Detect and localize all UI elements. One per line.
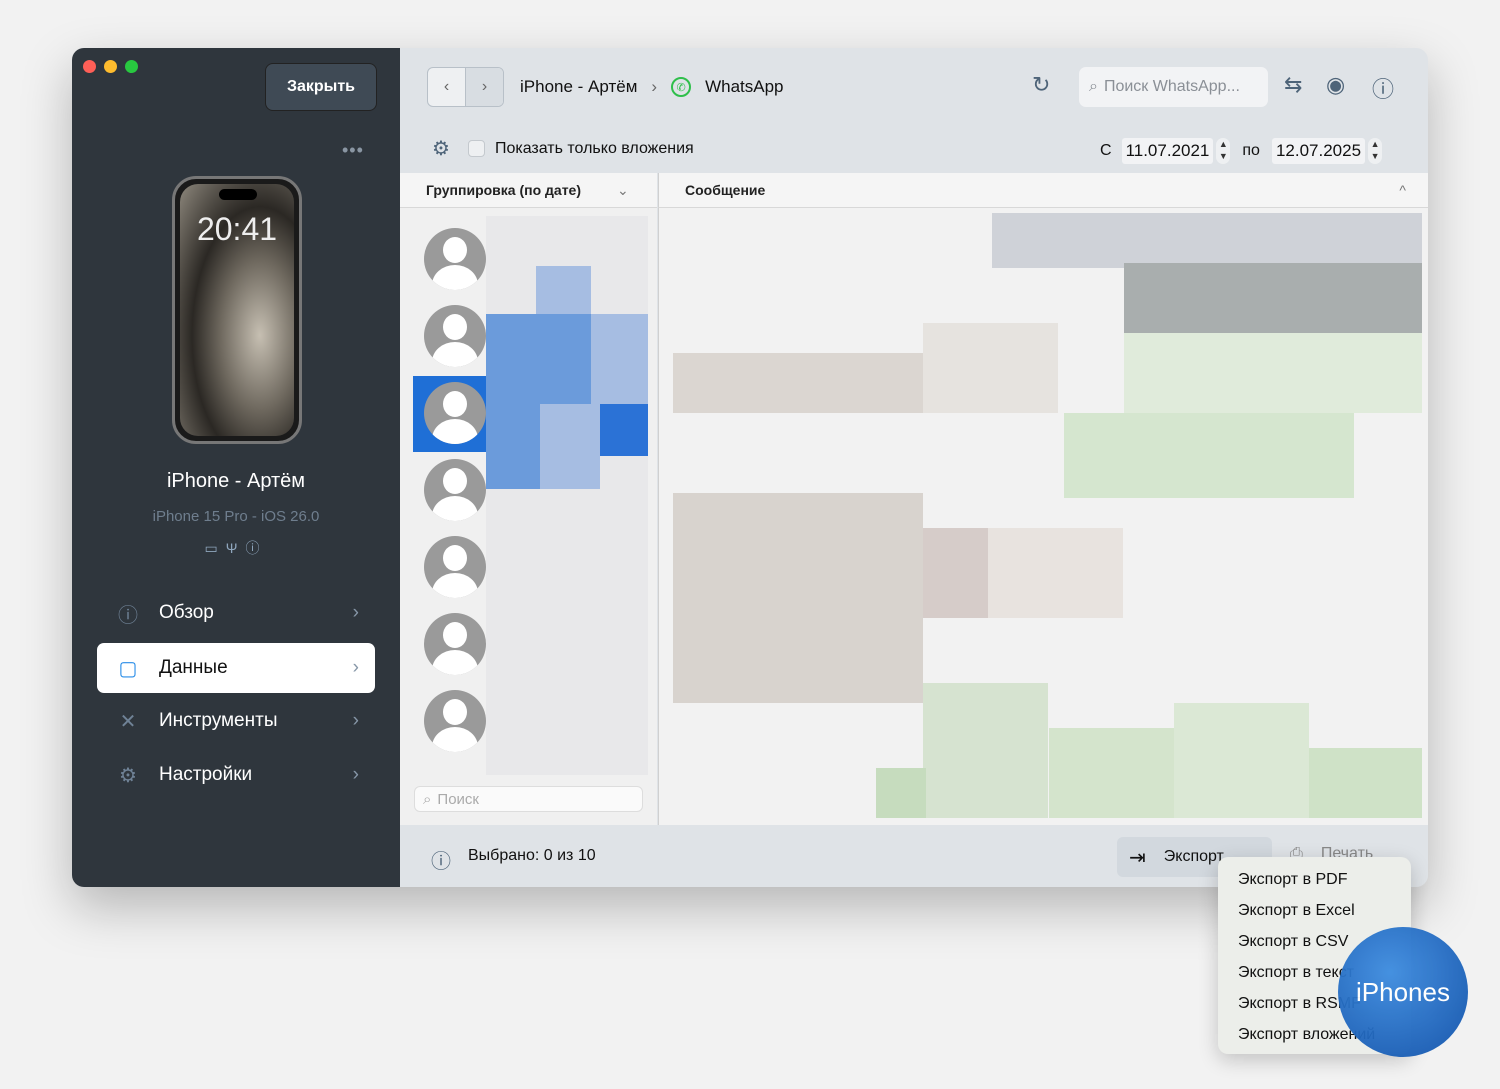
sidebar-item-data[interactable]: ▢ Данные › (97, 643, 375, 693)
message-pane (658, 208, 1428, 825)
avatar[interactable] (424, 459, 486, 521)
close-window-button[interactable] (83, 60, 96, 73)
usb-icon: Ψ (225, 540, 246, 556)
selection-count: Выбрано: 0 из 10 (468, 847, 596, 864)
more-icon[interactable]: ••• (342, 140, 364, 161)
zoom-window-button[interactable] (125, 60, 138, 73)
square-icon: ▢ (118, 657, 138, 680)
whatsapp-icon: ✆ (671, 77, 692, 97)
to-label: по (1242, 142, 1260, 159)
from-date-stepper[interactable]: ▲ ▼ (1216, 138, 1231, 164)
attachments-only-checkbox[interactable] (467, 140, 485, 157)
to-date-field[interactable]: 12.07.2025 (1271, 138, 1366, 164)
chevron-up-icon: ^ (1399, 182, 1406, 198)
export-pdf-item[interactable]: Экспорт в PDF (1218, 865, 1411, 896)
window-controls (83, 60, 138, 73)
breadcrumb: iPhone - Артём › ✆ WhatsApp (520, 77, 784, 97)
minimize-window-button[interactable] (104, 60, 117, 73)
avatar[interactable] (424, 305, 486, 367)
search-input[interactable]: ⌕ Поиск WhatsApp... (1079, 67, 1268, 107)
export-icon: ⇥ (1129, 846, 1146, 869)
chat-list: ⌕ Поиск (400, 208, 657, 825)
chevron-right-icon: › (352, 657, 359, 678)
help-icon[interactable]: ⓘ (1372, 72, 1394, 104)
list-search-input[interactable]: ⌕ Поиск (414, 786, 643, 812)
back-button[interactable]: ‹ (428, 68, 465, 106)
sidebar-item-label: Обзор (159, 602, 214, 623)
app-window: Закрыть ••• 20:41 iPhone - Артём iPhone … (72, 48, 1428, 887)
attachments-only-label: Показать только вложения (494, 139, 694, 157)
search-icon: ⌕ (1089, 78, 1098, 95)
device-model: iPhone 15 Pro - iOS 26.0 (152, 508, 320, 525)
avatar[interactable] (424, 382, 486, 444)
avatar[interactable] (424, 613, 486, 675)
sidebar-item-overview[interactable]: ⓘ Обзор › (97, 588, 375, 638)
message-header[interactable]: Сообщение ^ (658, 173, 1428, 208)
transfer-icon[interactable]: ⇆ (1284, 72, 1302, 98)
toolbar: ‹ › iPhone - Артём › ✆ WhatsApp ↻ ⌕ Поиск … (400, 48, 1428, 173)
gear-icon: ⚙ (119, 764, 137, 787)
sidebar-item-settings[interactable]: ⚙ Настройки › (97, 750, 375, 800)
battery-icon: ▭ (204, 540, 226, 556)
sidebar-item-label: Настройки (159, 764, 253, 785)
from-label: С (1100, 142, 1112, 159)
grouping-header[interactable]: Группировка (по дате) ⌄ (400, 173, 657, 208)
search-icon: ⌕ (423, 790, 432, 808)
to-date-stepper[interactable]: ▲ ▼ (1368, 138, 1383, 164)
info-icon: ⓘ (118, 604, 138, 627)
from-date-field[interactable]: 11.07.2021 (1121, 138, 1214, 164)
avatar[interactable] (424, 228, 486, 290)
refresh-icon[interactable]: ↻ (1032, 72, 1050, 98)
chevron-right-icon: › (352, 764, 359, 785)
avatar[interactable] (424, 690, 486, 752)
sidebar-item-label: Данные (159, 657, 228, 678)
tools-icon: ✕ (119, 710, 137, 733)
close-button[interactable]: Закрыть (265, 63, 377, 111)
gear-icon[interactable]: ⚙ (432, 136, 450, 161)
breadcrumb-device[interactable]: iPhone - Артём (520, 77, 637, 97)
account-icon[interactable]: ◉ (1326, 72, 1345, 98)
phone-time: 20:41 (196, 211, 278, 247)
device-image: 20:41 (172, 176, 302, 444)
sidebar: Закрыть ••• 20:41 iPhone - Артём iPhone … (72, 48, 400, 887)
info-icon: ⓘ (431, 851, 451, 873)
chevron-right-icon: › (352, 710, 359, 731)
sidebar-item-label: Инструменты (159, 710, 278, 731)
chevron-right-icon: › (352, 602, 359, 623)
watermark-logo: iPhones (1338, 927, 1468, 1057)
avatar[interactable] (424, 536, 486, 598)
device-name: iPhone - Артём (166, 470, 306, 492)
forward-button[interactable]: › (465, 68, 503, 106)
chevron-down-icon: ⌄ (617, 181, 629, 198)
export-excel-item[interactable]: Экспорт в Excel (1218, 896, 1411, 927)
breadcrumb-app: WhatsApp (705, 77, 784, 96)
sidebar-item-tools[interactable]: ✕ Инструменты › (97, 696, 375, 746)
info-icon[interactable]: ⓘ (245, 540, 267, 556)
chevron-right-icon: › (651, 77, 658, 96)
